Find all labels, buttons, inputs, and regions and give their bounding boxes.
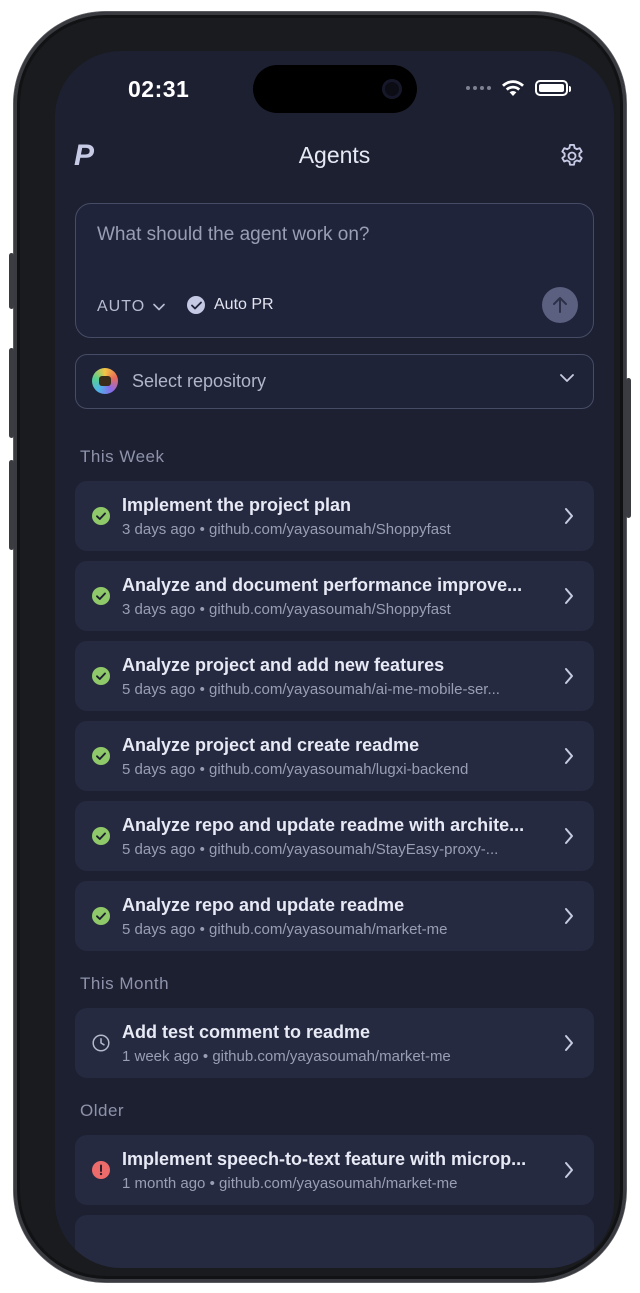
status-time: 02:31 [128, 76, 190, 102]
section-header-this-week: This Week [80, 447, 165, 466]
task-row[interactable]: Analyze project and add new features 5 d… [75, 641, 594, 711]
meta-separator: • [202, 1048, 209, 1065]
dynamic-island [253, 65, 417, 113]
settings-gear-icon[interactable] [558, 142, 586, 170]
power-button [626, 378, 631, 518]
task-title: Analyze project and add new features [122, 655, 445, 675]
meta-separator: • [199, 521, 205, 538]
task-meta: 5 days ago • github.com/yayasoumah/marke… [122, 921, 547, 938]
task-repo: github.com/yayasoumah/market-me [209, 921, 448, 938]
success-check-icon [92, 907, 110, 925]
chevron-right-icon [565, 1162, 573, 1178]
repository-select-label: Select repository [132, 371, 267, 391]
task-row[interactable] [75, 1215, 594, 1268]
status-icons [466, 79, 571, 97]
task-time: 5 days ago [122, 921, 196, 938]
navigation-bar: P Agents [55, 139, 614, 175]
task-row[interactable]: Add test comment to readme 1 week ago • … [75, 1008, 594, 1078]
chevron-right-icon [565, 828, 573, 844]
prompt-input[interactable]: What should the agent work on? [97, 224, 370, 246]
task-repo: github.com/yayasoumah/market-me [212, 1048, 451, 1065]
chevron-down-icon [153, 303, 165, 311]
cellular-signal-icon [466, 86, 491, 90]
task-row[interactable]: Analyze repo and update readme 5 days ag… [75, 881, 594, 951]
checkmark-icon [187, 296, 205, 314]
success-check-icon [92, 507, 110, 525]
task-row[interactable]: Analyze project and create readme 5 days… [75, 721, 594, 791]
page-title: Agents [298, 142, 371, 168]
success-check-icon [92, 587, 110, 605]
task-row[interactable]: Analyze repo and update readme with arch… [75, 801, 594, 871]
task-time: 1 week ago [122, 1048, 199, 1065]
wifi-icon [502, 80, 524, 96]
task-time: 3 days ago [122, 601, 196, 618]
chevron-right-icon [565, 1035, 573, 1051]
chevron-down-icon [560, 374, 574, 382]
meta-separator: • [209, 1175, 215, 1192]
chevron-right-icon [565, 668, 573, 684]
action-button [9, 253, 14, 309]
arrow-up-icon [553, 297, 567, 313]
task-repo: github.com/yayasoumah/Shoppyfast [209, 601, 451, 618]
task-title: Analyze repo and update readme with arch… [122, 815, 525, 835]
repository-avatar [92, 368, 118, 394]
task-row[interactable]: Implement the project plan 3 days ago • … [75, 481, 594, 551]
section-header-this-month: This Month [80, 974, 170, 993]
task-title: Analyze project and create readme [122, 735, 420, 755]
task-meta: 5 days ago • github.com/yayasoumah/StayE… [122, 841, 547, 858]
clock-icon [92, 1034, 110, 1052]
chevron-right-icon [565, 748, 573, 764]
task-repo: github.com/yayasoumah/ai-me-mobile-ser..… [209, 681, 500, 698]
success-check-icon [92, 827, 110, 845]
task-meta: 3 days ago • github.com/yayasoumah/Shopp… [122, 521, 547, 538]
task-meta: 1 month ago • github.com/yayasoumah/mark… [122, 1175, 547, 1192]
volume-up-button [9, 348, 14, 438]
task-time: 1 month ago [122, 1175, 206, 1192]
meta-separator: • [199, 681, 205, 698]
task-repo: github.com/yayasoumah/StayEasy-proxy-... [209, 841, 499, 858]
task-meta: 5 days ago • github.com/yayasoumah/ai-me… [122, 681, 547, 698]
meta-separator: • [199, 921, 205, 938]
prompt-input-box[interactable]: What should the agent work on? AUTO Auto… [75, 203, 594, 338]
phone-frame: 02:31 P Agents What should the agent wor… [9, 12, 631, 1282]
meta-separator: • [199, 761, 205, 778]
task-row[interactable]: Analyze and document performance improve… [75, 561, 594, 631]
battery-icon [535, 80, 571, 96]
send-button[interactable] [542, 287, 578, 323]
volume-down-button [9, 460, 14, 550]
mode-dropdown[interactable]: AUTO [97, 298, 165, 316]
task-repo: github.com/yayasoumah/Shoppyfast [209, 521, 451, 538]
auto-pr-toggle[interactable]: Auto PR [187, 296, 274, 314]
app-screen: 02:31 P Agents What should the agent wor… [55, 51, 614, 1268]
auto-pr-label: Auto PR [214, 296, 274, 313]
task-time: 5 days ago [122, 761, 196, 778]
task-repo: github.com/yayasoumah/lugxi-backend [209, 761, 469, 778]
mode-label: AUTO [97, 298, 146, 315]
task-meta: 5 days ago • github.com/yayasoumah/lugxi… [122, 761, 547, 778]
task-time: 3 days ago [122, 521, 196, 538]
repository-select[interactable]: Select repository [75, 354, 594, 409]
success-check-icon [92, 747, 110, 765]
task-time: 5 days ago [122, 681, 196, 698]
task-time: 5 days ago [122, 841, 196, 858]
success-check-icon [92, 667, 110, 685]
meta-separator: • [199, 601, 205, 618]
task-title: Analyze and document performance improve… [122, 575, 523, 595]
task-title: Add test comment to readme [122, 1022, 371, 1042]
chevron-right-icon [565, 508, 573, 524]
task-repo: github.com/yayasoumah/market-me [219, 1175, 458, 1192]
section-header-older: Older [80, 1101, 125, 1120]
task-title: Implement the project plan [122, 495, 352, 515]
meta-separator: • [199, 841, 205, 858]
task-title: Analyze repo and update readme [122, 895, 405, 915]
task-row[interactable]: Implement speech-to-text feature with mi… [75, 1135, 594, 1205]
task-meta: 3 days ago • github.com/yayasoumah/Shopp… [122, 601, 547, 618]
task-meta: 1 week ago • github.com/yayasoumah/marke… [122, 1048, 547, 1065]
task-title: Implement speech-to-text feature with mi… [122, 1149, 527, 1169]
camera-icon [382, 79, 402, 99]
chevron-right-icon [565, 908, 573, 924]
error-alert-icon [92, 1161, 110, 1179]
chevron-right-icon [565, 588, 573, 604]
